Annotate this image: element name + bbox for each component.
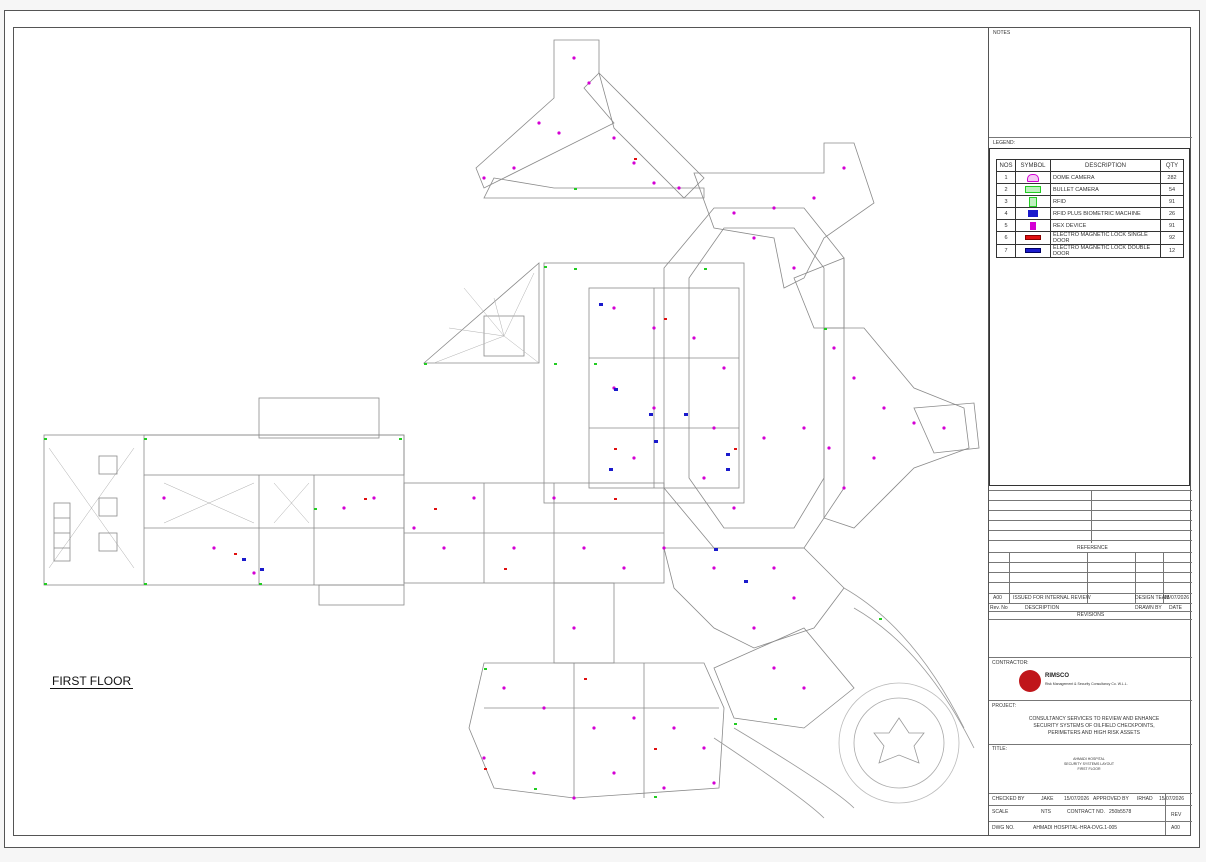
- rfid-icon: [1029, 196, 1037, 207]
- title-block: NOTES LEGEND: NOS SYMBOL DESCRIPTION QTY…: [988, 27, 1192, 836]
- title-label: TITLE:: [992, 746, 1008, 752]
- legend-header-row: NOS SYMBOL DESCRIPTION QTY: [996, 159, 1184, 172]
- rev-description: ISSUED FOR INTERNAL REVIEW: [1013, 595, 1091, 601]
- legend-qty: 92: [1160, 231, 1184, 245]
- contract-label: CONTRACT NO.: [1067, 809, 1105, 815]
- floor-plan: [43, 39, 980, 819]
- legend-row: 6 ELECTRO MAGNETIC LOCK SINGLE DOOR 92: [996, 231, 1184, 245]
- legend-box: NOS SYMBOL DESCRIPTION QTY 1 DOME CAMERA…: [989, 148, 1190, 486]
- checked-by-label: CHECKED BY: [992, 796, 1025, 802]
- legend-qty: 91: [1160, 219, 1184, 232]
- legend-header-nos: NOS: [996, 159, 1016, 172]
- maglock-single-icon: [1025, 235, 1041, 241]
- legend-row: 1 DOME CAMERA 282: [996, 171, 1184, 184]
- reference-label: REFERENCE: [1077, 545, 1108, 551]
- legend-description: RFID PLUS BIOMETRIC MACHINE: [1050, 207, 1161, 220]
- dwg-label: DWG NO.: [992, 825, 1015, 831]
- rev-value: A00: [1171, 825, 1180, 831]
- legend-qty: 91: [1160, 195, 1184, 208]
- approved-by-label: APPROVED BY: [1093, 796, 1129, 802]
- legend-nos: 1: [996, 171, 1016, 184]
- maglock-double-icon: [1025, 248, 1041, 254]
- legend-nos: 5: [996, 219, 1016, 232]
- legend-row: 3 RFID 91: [996, 195, 1184, 208]
- dome-camera-markers: [162, 56, 946, 800]
- dome-camera-icon: [1027, 173, 1039, 182]
- legend-header-qty: QTY: [1160, 159, 1184, 172]
- contractor-name: RIMSCO: [1045, 673, 1069, 679]
- plan-linework: [43, 39, 980, 819]
- revisions-label: REVISIONS: [1077, 612, 1105, 618]
- legend-nos: 6: [996, 231, 1016, 245]
- rimsco-logo-icon: [1019, 670, 1041, 692]
- legend-row: 7 ELECTRO MAGNETIC LOCK DOUBLE DOOR 12: [996, 244, 1184, 258]
- notes-label: NOTES: [993, 30, 1011, 36]
- legend-table: NOS SYMBOL DESCRIPTION QTY 1 DOME CAMERA…: [996, 159, 1184, 258]
- approved-date: 15/07/2026: [1159, 796, 1185, 802]
- rev-no: A00: [993, 595, 1002, 601]
- legend-row: 2 BULLET CAMERA 54: [996, 183, 1184, 196]
- legend-row: 4 RFID PLUS BIOMETRIC MACHINE 26: [996, 207, 1184, 220]
- scale-value: NTS: [1041, 809, 1051, 815]
- scale-label: SCALE: [992, 809, 1009, 815]
- legend-description: DOME CAMERA: [1050, 171, 1161, 184]
- legend-qty: 54: [1160, 183, 1184, 196]
- legend-qty: 26: [1160, 207, 1184, 220]
- dwg-no: AHMADI HOSPITAL-HRA-DVG.1-005: [1033, 825, 1118, 831]
- legend-description: REX DEVICE: [1050, 219, 1161, 232]
- bullet-camera-icon: [1025, 186, 1041, 193]
- floor-title: FIRST FLOOR: [50, 674, 134, 689]
- rex-device-icon: [1030, 221, 1036, 230]
- checked-date: 15/07/2026: [1064, 796, 1090, 802]
- title-line: FIRST FLOOR: [1077, 767, 1101, 771]
- project-label: PROJECT:: [992, 703, 1017, 709]
- legend-qty: 12: [1160, 244, 1184, 258]
- legend-header-description: DESCRIPTION: [1050, 159, 1161, 172]
- rev-date: 15/07/2026: [1164, 595, 1190, 601]
- legend-description: BULLET CAMERA: [1050, 183, 1161, 196]
- drawing-title: AHMADI HOSPITAL SECURITY SYSTEMS LAYOUT …: [1029, 757, 1149, 772]
- approved-by: IRHAD: [1137, 796, 1153, 802]
- contract-no: 250b5578: [1109, 809, 1132, 815]
- legend-nos: 4: [996, 207, 1016, 220]
- lock-double-markers: [242, 303, 748, 583]
- rev-label: REV: [1171, 812, 1182, 818]
- legend-description: ELECTRO MAGNETIC LOCK SINGLE DOOR: [1050, 231, 1161, 245]
- contractor-label: CONTRACTOR:: [992, 660, 1029, 666]
- checked-by: JAKE: [1041, 796, 1054, 802]
- rfid-biometric-icon: [1028, 210, 1038, 217]
- legend-row: 5 REX DEVICE 91: [996, 219, 1184, 232]
- legend-description: ELECTRO MAGNETIC LOCK DOUBLE DOOR: [1050, 244, 1161, 258]
- project-text: CONSULTANCY SERVICES TO REVIEW AND ENHAN…: [1028, 716, 1160, 736]
- lock-single-markers: [234, 158, 737, 770]
- legend-nos: 2: [996, 183, 1016, 196]
- bullet-camera-markers: [44, 188, 882, 798]
- legend-description: RFID: [1050, 195, 1161, 208]
- legend-nos: 3: [996, 195, 1016, 208]
- legend-header-symbol: SYMBOL: [1015, 159, 1051, 172]
- legend-nos: 7: [996, 244, 1016, 258]
- legend-qty: 282: [1160, 171, 1184, 184]
- contractor-subtitle: Risk Management & Security Consultancy C…: [1045, 682, 1128, 686]
- legend-label: LEGEND:: [993, 140, 1015, 146]
